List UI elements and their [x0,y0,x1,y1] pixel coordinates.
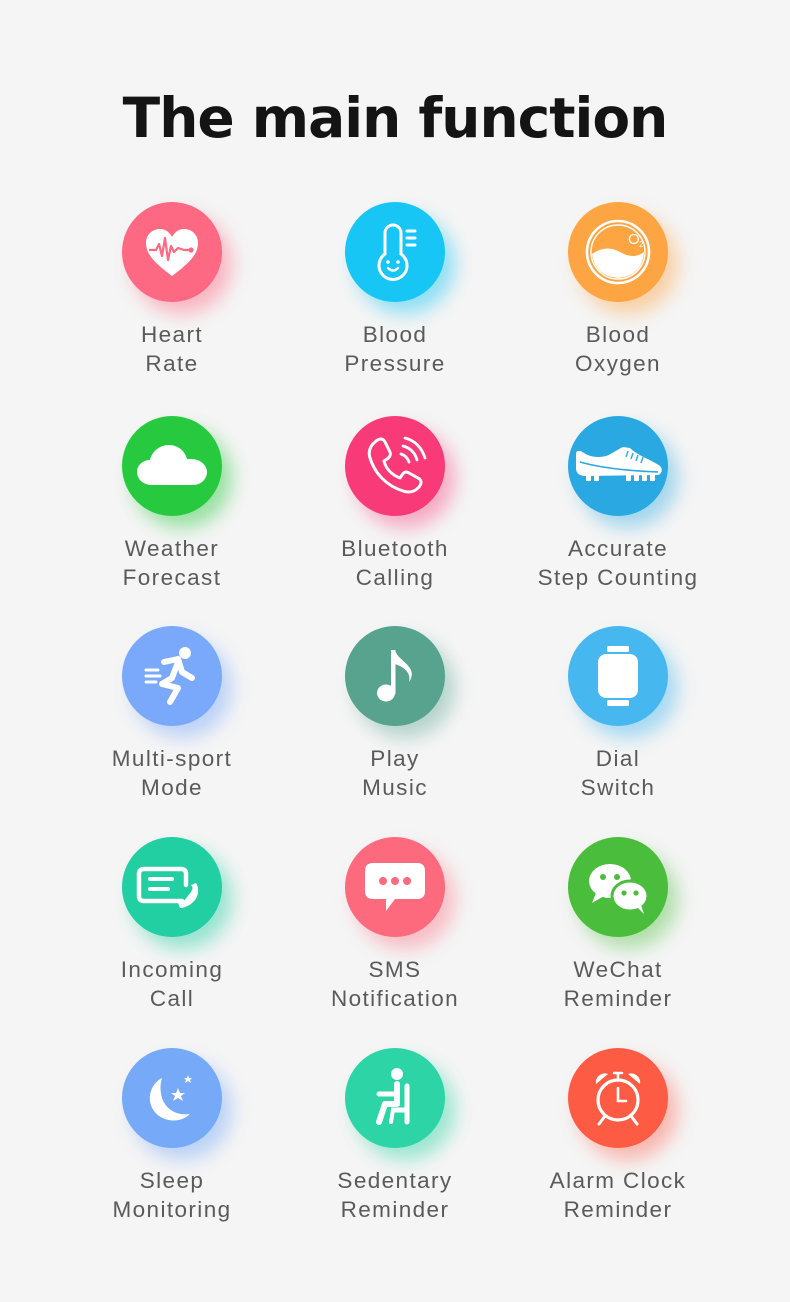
label-line-2: Mode [141,775,203,800]
feature-circle [122,626,222,726]
label-line-1: Accurate [568,536,668,561]
phone-call-icon [367,436,427,494]
label-line-1: Heart [140,322,204,347]
label-line-2: Calling [355,565,435,590]
feature-circle [345,202,445,302]
feature-circle [568,626,668,726]
feature-bluetooth-calling: Bluetooth Calling [285,416,505,592]
feature-label: Multi-sport Mode [112,744,232,802]
label-line-2: Switch [580,775,656,800]
watch-icon [598,646,638,706]
feature-label: Accurate Step Counting [538,534,699,592]
feature-sleep-monitoring: Sleep Monitoring [62,1048,282,1224]
svg-text:O: O [628,231,640,248]
feature-alarm-clock-reminder: Alarm Clock Reminder [508,1048,728,1224]
label-line-1: Bluetooth [341,536,449,561]
feature-sms-notification: SMS Notification [285,837,505,1013]
alarm-clock-icon [595,1071,641,1126]
label-line-2: Rate [145,351,199,376]
label-line-2: Reminder [563,1197,673,1222]
label-line-2: Step Counting [537,565,699,590]
label-line-1: Incoming [120,957,224,982]
feature-weather-forecast: Weather Forecast [62,416,282,592]
seated-person-icon [376,1068,410,1125]
label-line-2: Forecast [122,565,222,590]
feature-circle [345,416,445,516]
feature-label: WeChat Reminder [564,955,673,1013]
label-line-1: WeChat [573,957,663,982]
feature-grid: Heart Rate Blood Pressure O 2 Blood Oxyg… [0,0,790,1302]
feature-label: Bluetooth Calling [341,534,449,592]
feature-circle [345,626,445,726]
label-line-2: Pressure [344,351,446,376]
feature-circle [568,1048,668,1148]
feature-circle [345,837,445,937]
sneaker-icon [576,447,662,481]
feature-circle [568,837,668,937]
feature-label: Dial Switch [581,744,656,802]
feature-label: Weather Forecast [123,534,222,592]
feature-label: Sedentary Reminder [337,1166,452,1224]
label-line-1: Dial [595,746,641,771]
feature-label: Heart Rate [141,320,203,378]
incoming-call-icon [136,866,199,908]
label-line-2: Reminder [563,986,673,1011]
feature-step-counting: Accurate Step Counting [508,416,728,592]
feature-circle [122,837,222,937]
feature-circle [345,1048,445,1148]
feature-blood-pressure: Blood Pressure [285,202,505,378]
label-line-1: Blood [362,322,428,347]
running-person-icon [144,647,195,705]
feature-wechat-reminder: WeChat Reminder [508,837,728,1013]
feature-play-music: Play Music [285,626,505,802]
feature-multi-sport-mode: Multi-sport Mode [62,626,282,802]
feature-circle [122,1048,222,1148]
label-line-2: Oxygen [575,351,661,376]
oxygen-icon: O 2 [585,219,651,285]
feature-label: Alarm Clock Reminder [550,1166,687,1224]
heart-rate-icon [146,229,198,276]
feature-label: SMS Notification [331,955,459,1013]
cloud-icon [137,445,207,485]
moon-stars-icon [149,1075,192,1121]
label-line-1: Multi-sport [111,746,233,771]
feature-circle [568,416,668,516]
thermometer-icon [377,223,417,281]
label-line-1: Play [370,746,420,771]
wechat-icon [589,864,650,914]
feature-incoming-call: Incoming Call [62,837,282,1013]
feature-blood-oxygen: O 2 Blood Oxygen [508,202,728,378]
feature-sedentary-reminder: Sedentary Reminder [285,1048,505,1224]
feature-circle: O 2 [568,202,668,302]
feature-circle [122,416,222,516]
feature-label: Blood Oxygen [575,320,661,378]
label-line-2: Monitoring [112,1197,232,1222]
feature-heart-rate: Heart Rate [62,202,282,378]
label-line-1: SMS [368,957,422,982]
label-line-2: Reminder [340,1197,450,1222]
feature-label: Sleep Monitoring [112,1166,231,1224]
feature-circle [122,202,222,302]
label-line-2: Call [149,986,195,1011]
feature-label: Play Music [362,744,428,802]
chat-bubble-icon [365,863,425,911]
label-line-2: Music [362,775,428,800]
label-line-1: Sleep [139,1168,205,1193]
label-line-1: Weather [124,536,220,561]
label-line-2: Notification [330,986,460,1011]
svg-text:2: 2 [639,240,644,249]
feature-dial-switch: Dial Switch [508,626,728,802]
feature-label: Incoming Call [121,955,224,1013]
label-line-1: Sedentary [337,1168,453,1193]
music-note-icon [377,650,412,702]
feature-label: Blood Pressure [344,320,445,378]
label-line-1: Blood [585,322,651,347]
label-line-1: Alarm Clock [549,1168,687,1193]
